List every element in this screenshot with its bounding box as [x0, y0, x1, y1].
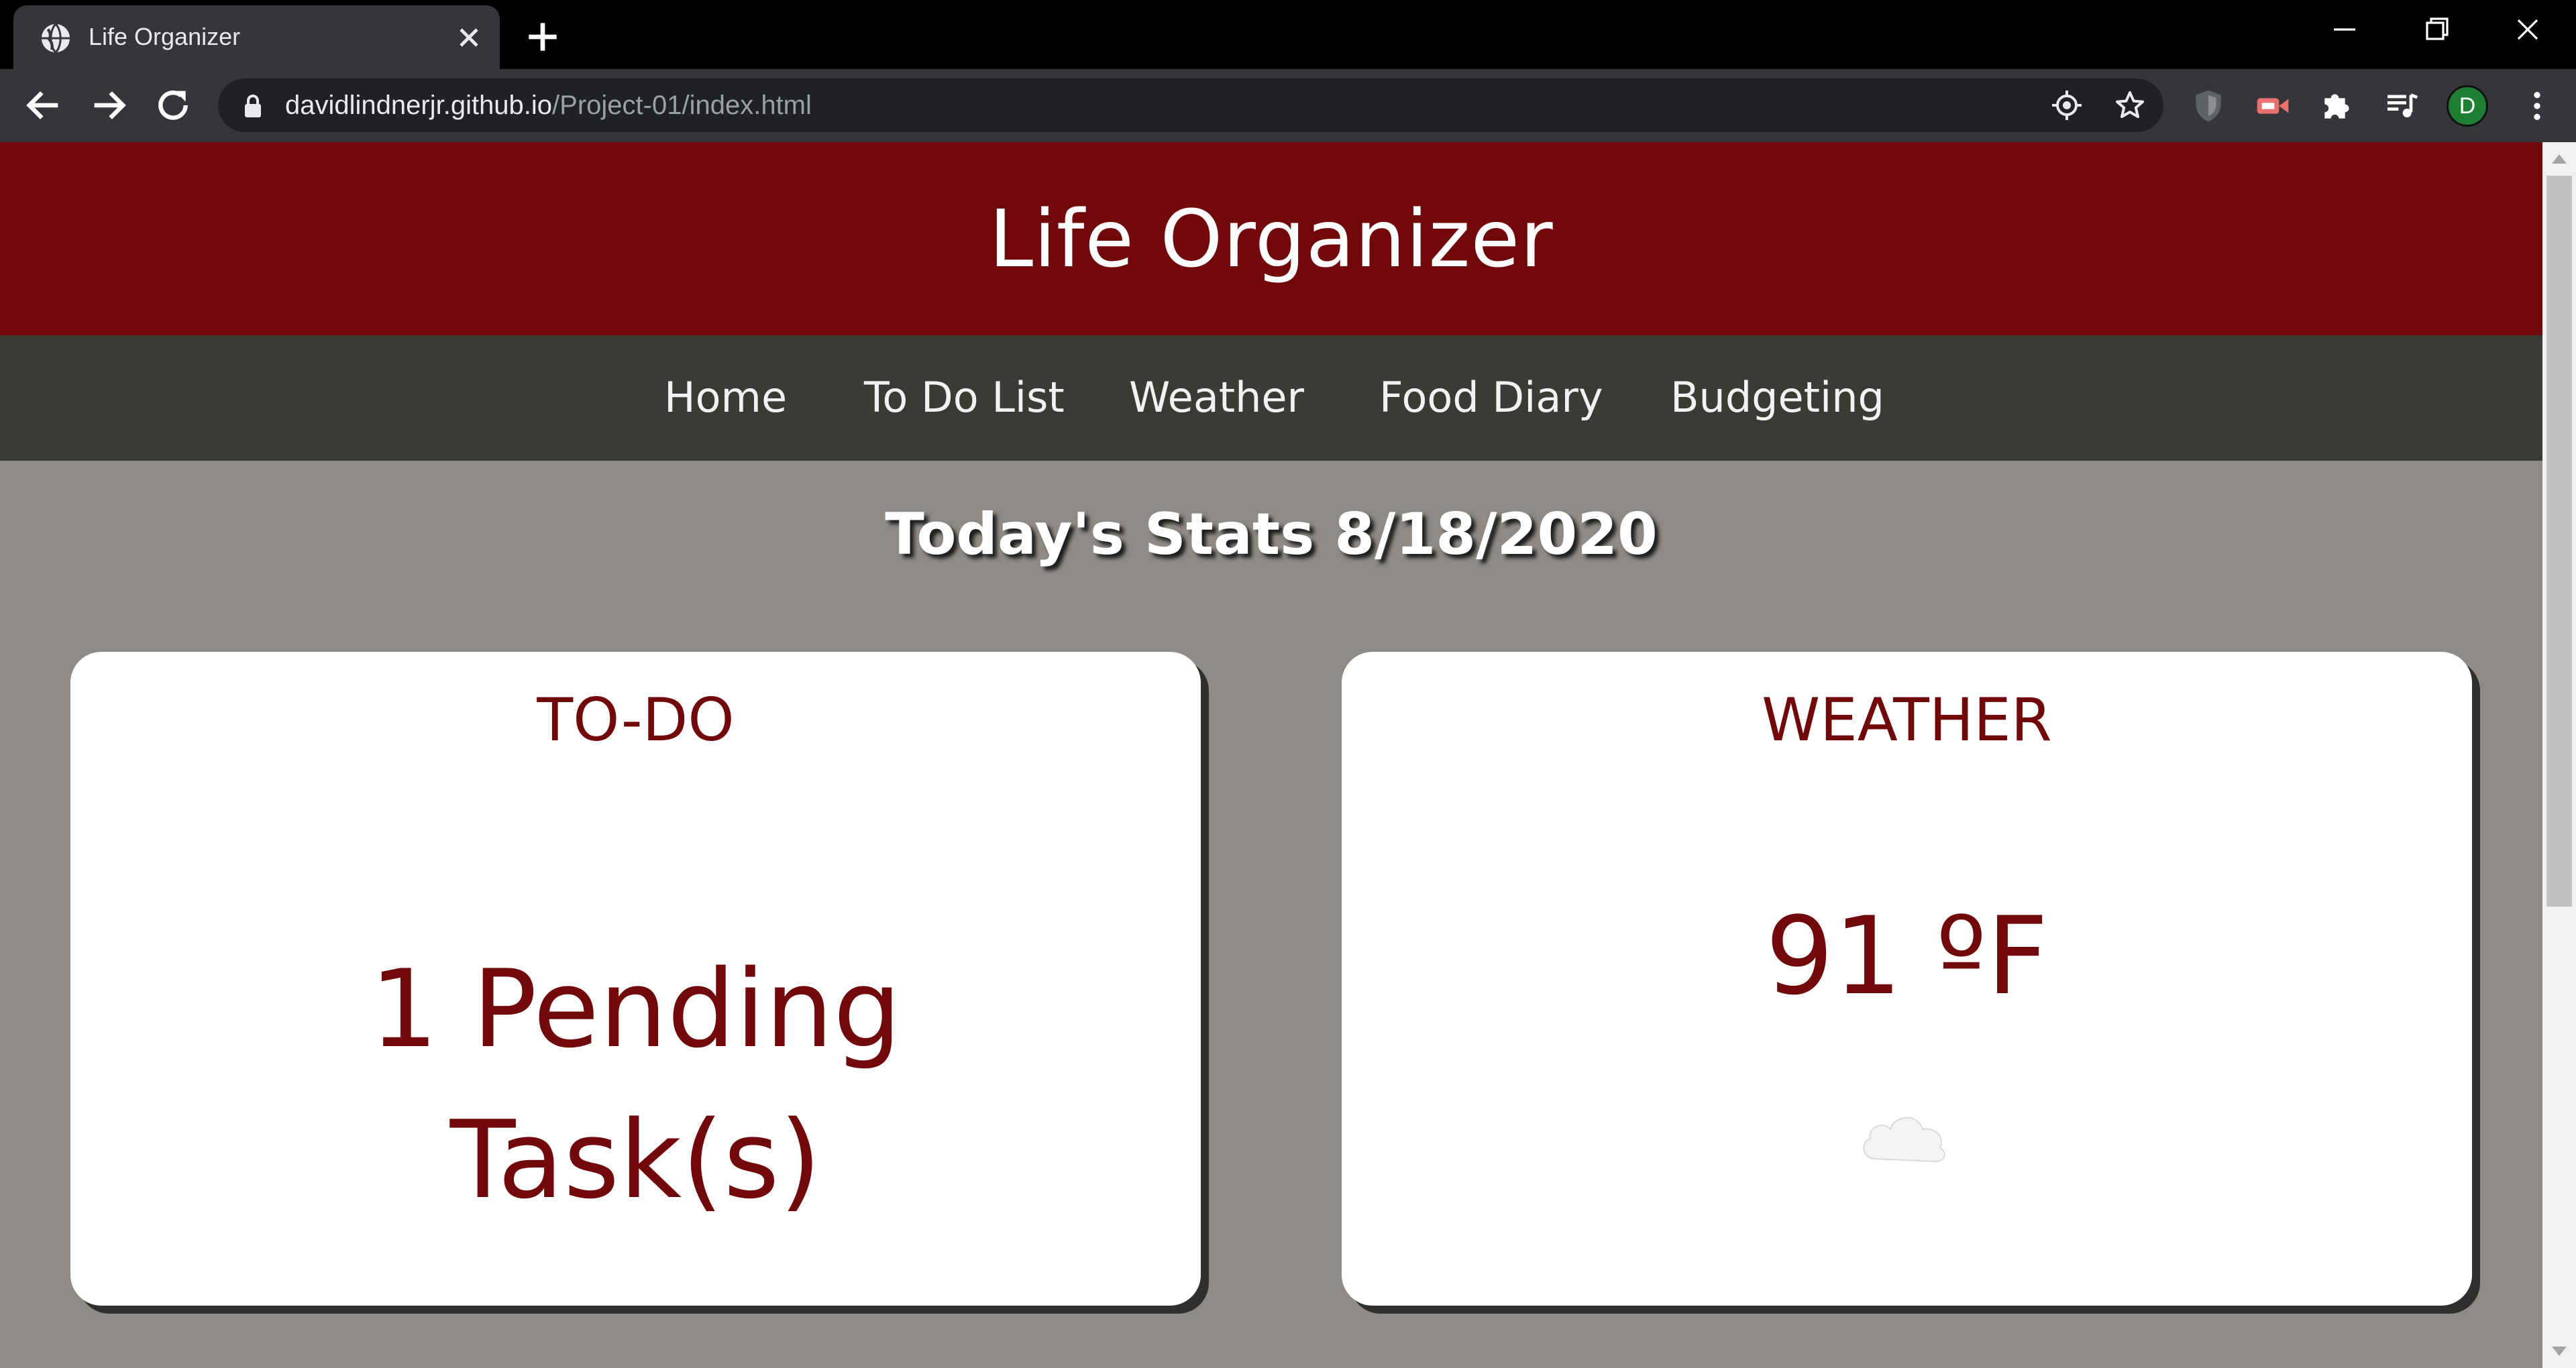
video-extension-icon[interactable] [2254, 87, 2292, 125]
todo-card-title: TO-DO [537, 685, 735, 754]
pending-count-line: 1 Pending [370, 946, 902, 1072]
window-close-icon[interactable] [2501, 9, 2555, 50]
page-title: Life Organizer [989, 192, 1554, 285]
scroll-down-arrow-icon[interactable] [2552, 1347, 2567, 1356]
tab-title: Life Organizer [89, 23, 241, 50]
web-page: Life Organizer Home To Do List Weather F… [0, 142, 2542, 1368]
nav-link-weather[interactable]: Weather [1129, 367, 1304, 428]
restore-icon[interactable] [2410, 9, 2463, 50]
browser-tab[interactable]: Life Organizer [13, 5, 500, 69]
weather-card-title: WEATHER [1762, 685, 2052, 754]
star-icon[interactable] [2114, 89, 2146, 121]
nav-link-food-diary[interactable]: Food Diary [1379, 367, 1603, 428]
url-text[interactable]: davidlindnerjr.github.io/Project-01/inde… [285, 88, 812, 123]
address-bar[interactable]: davidlindnerjr.github.io/Project-01/inde… [218, 78, 2163, 132]
todo-card: TO-DO 1 Pending Task(s) [70, 652, 1201, 1306]
browser-chrome: Life Organizer davidlindnerjr.github.io/… [0, 0, 2576, 142]
plus-icon[interactable] [522, 16, 564, 58]
reload-icon[interactable] [152, 84, 195, 127]
page-scrollbar[interactable] [2542, 142, 2576, 1368]
temperature-value: 91 ºF [1765, 893, 2049, 1019]
nav-link-to-do-list[interactable]: To Do List [864, 367, 1065, 428]
url-path: /Project-01/index.html [552, 91, 812, 120]
weather-card: WEATHER 91 ºF [1342, 652, 2472, 1306]
pending-label-line: Task(s) [449, 1097, 822, 1222]
shield-extension-icon[interactable] [2190, 87, 2227, 125]
minimize-icon[interactable] [2318, 9, 2371, 50]
globe-icon [41, 23, 70, 54]
close-icon[interactable] [453, 21, 485, 54]
scrollbar-thumb[interactable] [2546, 176, 2572, 907]
forward-arrow-icon[interactable] [87, 84, 130, 127]
stats-heading: Today's Stats 8/18/2020 [885, 501, 1658, 568]
site-header: Life Organizer [0, 142, 2542, 335]
url-host: davidlindnerjr.github.io [285, 91, 553, 120]
lock-icon[interactable] [242, 93, 264, 117]
back-arrow-icon[interactable] [22, 84, 65, 127]
pending-tasks-text: 1 Pending Task(s) [70, 933, 1201, 1235]
more-vert-icon[interactable] [2518, 87, 2556, 125]
scroll-up-arrow-icon[interactable] [2552, 154, 2567, 164]
cloud-icon [1863, 1117, 1945, 1163]
puzzle-extension-icon[interactable] [2318, 87, 2356, 125]
main-nav: Home To Do List Weather Food Diary Budge… [0, 335, 2542, 461]
location-target-icon[interactable] [2051, 89, 2083, 121]
media-control-icon[interactable] [2383, 87, 2420, 125]
nav-link-budgeting[interactable]: Budgeting [1670, 367, 1884, 428]
nav-link-home[interactable]: Home [664, 367, 787, 428]
avatar[interactable]: D [2447, 85, 2488, 127]
tab-strip: Life Organizer [0, 0, 2576, 69]
